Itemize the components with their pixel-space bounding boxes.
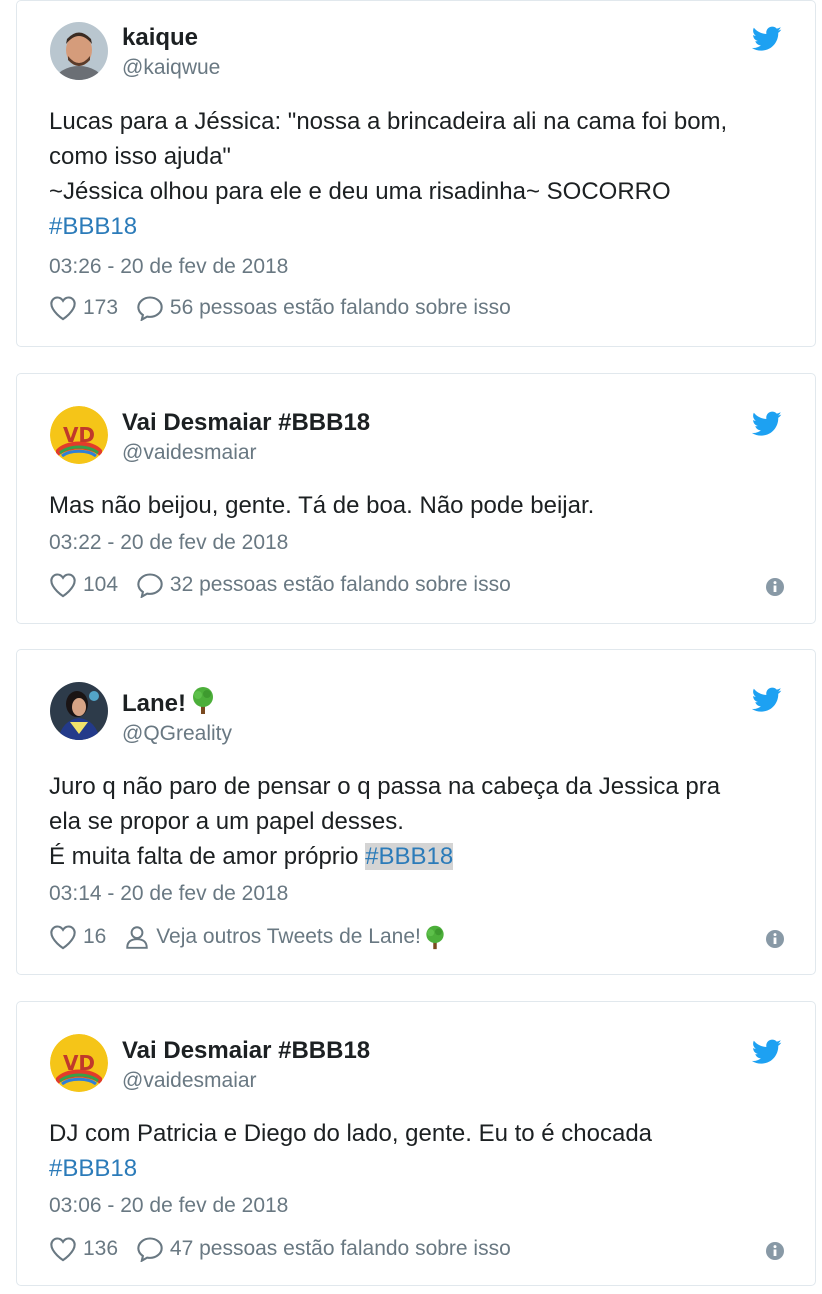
twitter-bird-icon[interactable] xyxy=(752,687,782,713)
tweet-actions: 16 Veja outros Tweets de Lane! xyxy=(49,924,785,954)
conversation-text: 56 pessoas estão falando sobre isso xyxy=(169,296,511,319)
tweet-text: DJ com Patricia e Diego do lado, gente. … xyxy=(49,1116,785,1186)
username[interactable]: @kaiqwue xyxy=(122,56,220,80)
tweet-text: Juro q não paro de pensar o q passa na c… xyxy=(49,769,785,874)
speech-bubble-icon xyxy=(137,1237,163,1262)
speech-bubble-icon xyxy=(137,296,163,321)
reply-conversation-link[interactable]: 47 pessoas estão falando sobre isso xyxy=(136,1236,511,1262)
hashtag-link[interactable]: #BBB18 xyxy=(49,213,137,240)
tweet-text-line: Juro q não paro de pensar o q passa na c… xyxy=(49,773,721,800)
hashtag-link[interactable]: #BBB18 xyxy=(49,1155,137,1182)
tweet-card[interactable]: VD Vai Desmaiar #BBB18 @vaidesmaiar Mas … xyxy=(16,373,816,624)
speech-bubble-icon xyxy=(137,573,163,598)
heart-icon xyxy=(50,296,76,321)
tweet-card[interactable]: Lane! @QGreality Juro q não paro de pens… xyxy=(16,649,816,975)
timestamp[interactable]: 03:06 - 20 de fev de 2018 xyxy=(49,1194,288,1218)
avatar[interactable]: VD xyxy=(50,1034,108,1092)
avatar[interactable] xyxy=(50,682,108,740)
tree-emoji-icon xyxy=(193,687,214,714)
avatar[interactable]: VD xyxy=(50,406,108,464)
tweet-actions: 173 56 pessoas estão falando sobre isso xyxy=(49,295,785,325)
timestamp[interactable]: 03:14 - 20 de fev de 2018 xyxy=(49,882,288,906)
like-button[interactable]: 136 xyxy=(49,1236,118,1262)
twitter-bird-icon[interactable] xyxy=(752,411,782,437)
profile-link-text: Veja outros Tweets de Lane! xyxy=(156,925,421,948)
tweet-text-line: DJ com Patricia e Diego do lado, gente. … xyxy=(49,1120,653,1147)
tweet-card[interactable]: VD Vai Desmaiar #BBB18 @vaidesmaiar DJ c… xyxy=(16,1001,816,1286)
heart-icon xyxy=(50,925,76,950)
like-button[interactable]: 16 xyxy=(49,924,106,950)
heart-icon xyxy=(50,1237,76,1262)
tweet-text-line: É muita falta de amor próprio xyxy=(49,843,366,870)
tree-emoji-icon xyxy=(426,925,444,950)
logo-lettering: VD xyxy=(63,423,95,447)
info-icon[interactable] xyxy=(765,577,785,597)
person-icon xyxy=(126,926,148,949)
info-icon[interactable] xyxy=(765,1241,785,1261)
timestamp[interactable]: 03:26 - 20 de fev de 2018 xyxy=(49,255,288,279)
display-name[interactable]: Vai Desmaiar #BBB18 xyxy=(122,1037,370,1065)
reply-conversation-link[interactable]: 56 pessoas estão falando sobre isso xyxy=(136,295,511,321)
like-button[interactable]: 173 xyxy=(49,295,118,321)
tweet-card[interactable]: kaique @kaiqwue Lucas para a Jéssica: "n… xyxy=(16,0,816,347)
tweet-text: Lucas para a Jéssica: "nossa a brincadei… xyxy=(49,104,785,244)
info-icon[interactable] xyxy=(765,929,785,949)
conversation-text: 32 pessoas estão falando sobre isso xyxy=(169,573,511,596)
reply-conversation-link[interactable]: 32 pessoas estão falando sobre isso xyxy=(136,572,511,598)
twitter-bird-icon[interactable] xyxy=(752,26,782,52)
heart-icon xyxy=(50,573,76,598)
avatar[interactable] xyxy=(50,22,108,80)
username[interactable]: @vaidesmaiar xyxy=(122,1069,257,1093)
tweet-text-line: Lucas para a Jéssica: "nossa a brincadei… xyxy=(49,108,728,135)
tweet-text-line: ela se propor a um papel desses. xyxy=(49,808,404,835)
like-button[interactable]: 104 xyxy=(49,572,118,598)
display-name[interactable]: Lane! xyxy=(122,685,218,718)
tweet-text-line: como isso ajuda" xyxy=(49,143,231,170)
tweet-text-line: ~Jéssica olhou para ele e deu uma risadi… xyxy=(49,178,671,205)
timestamp[interactable]: 03:22 - 20 de fev de 2018 xyxy=(49,531,288,555)
display-name-text: Lane! xyxy=(122,690,187,717)
twitter-bird-icon[interactable] xyxy=(752,1039,782,1065)
like-count: 173 xyxy=(83,296,119,319)
like-count: 16 xyxy=(83,925,107,948)
tweet-actions: 104 32 pessoas estão falando sobre isso xyxy=(49,572,785,602)
logo-lettering: VD xyxy=(63,1051,95,1075)
tweet-text: Mas não beijou, gente. Tá de boa. Não po… xyxy=(49,488,785,523)
username[interactable]: @QGreality xyxy=(122,722,232,746)
tweet-text-line: Mas não beijou, gente. Tá de boa. Não po… xyxy=(49,492,595,519)
profile-link[interactable]: Veja outros Tweets de Lane! xyxy=(124,924,454,950)
tweet-feed: kaique @kaiqwue Lucas para a Jéssica: "n… xyxy=(0,0,822,1294)
like-count: 136 xyxy=(83,1237,119,1260)
username[interactable]: @vaidesmaiar xyxy=(122,441,257,465)
like-count: 104 xyxy=(83,573,119,596)
conversation-text: 47 pessoas estão falando sobre isso xyxy=(169,1237,511,1260)
hashtag-link[interactable]: #BBB18 xyxy=(365,843,454,870)
tweet-actions: 136 47 pessoas estão falando sobre isso xyxy=(49,1236,785,1266)
display-name[interactable]: kaique xyxy=(122,24,198,52)
display-name[interactable]: Vai Desmaiar #BBB18 xyxy=(122,409,370,437)
